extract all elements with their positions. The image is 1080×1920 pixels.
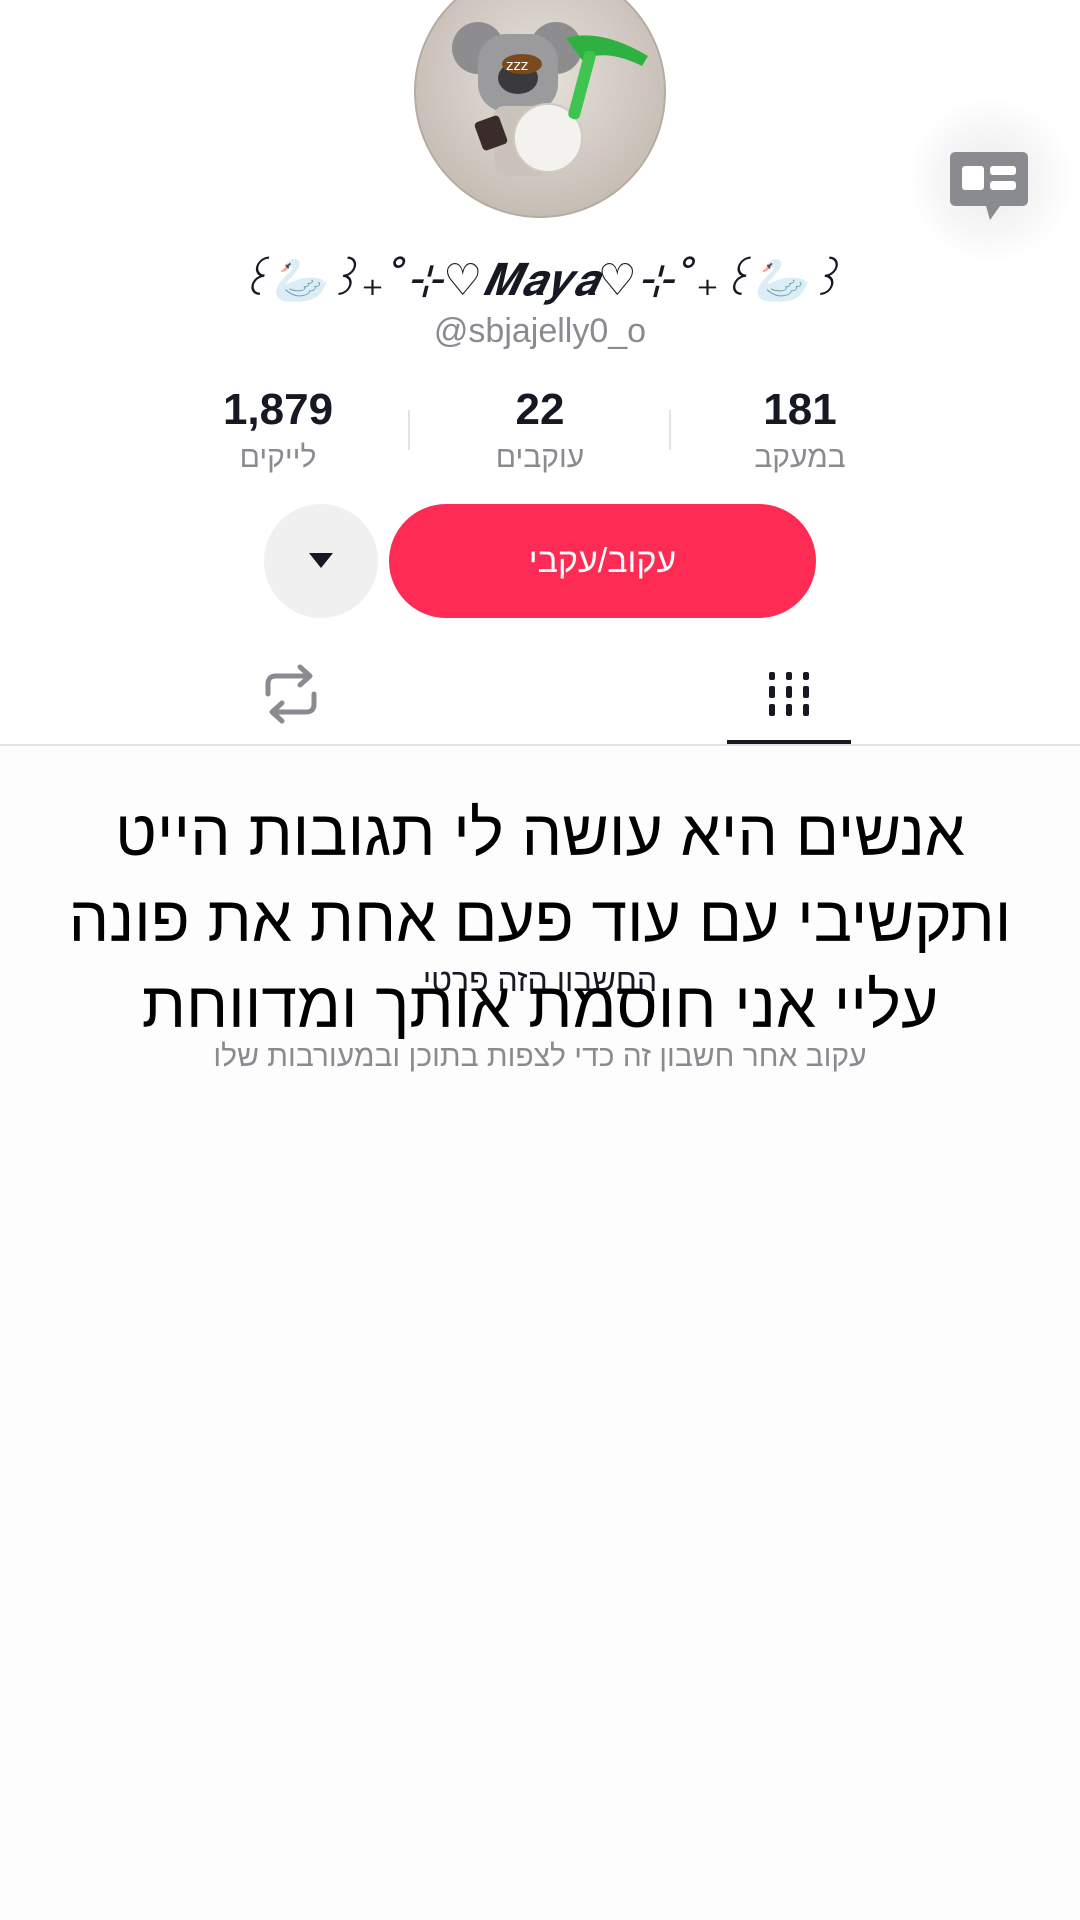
likes-count: 1,879 xyxy=(222,385,334,434)
following-count: 181 xyxy=(763,385,837,434)
tabs-divider xyxy=(0,744,1080,746)
repost-icon xyxy=(265,664,317,724)
profile-screen: zzz ꒰🦢꒱₊˚⊹♡𝑴𝒂𝒚𝒂♡⊹˚₊꒰🦢꒱ @sbjajelly0_o 1,8… xyxy=(0,0,1080,1920)
message-bubble-icon[interactable] xyxy=(948,150,1030,225)
follow-button[interactable]: עקוב/עקבי xyxy=(389,504,816,618)
svg-text:zzz: zzz xyxy=(506,58,528,74)
display-name: ꒰🦢꒱₊˚⊹♡𝑴𝒂𝒚𝒂♡⊹˚₊꒰🦢꒱ xyxy=(237,255,843,306)
stat-followers[interactable]: 22 עוקבים xyxy=(430,385,650,479)
avatar[interactable]: zzz xyxy=(414,0,666,218)
username: @sbjajelly0_o xyxy=(433,312,647,350)
following-label: במעקב xyxy=(754,441,846,474)
stat-likes: 1,879 לייקים xyxy=(168,385,388,479)
overlay-caption: אנשים היא עושה לי תגובות הייט ותקשיבי עם… xyxy=(68,797,1012,1041)
stat-divider xyxy=(408,410,410,450)
tab-reposts[interactable] xyxy=(258,664,324,724)
caret-down-icon xyxy=(309,553,333,568)
stat-following[interactable]: 181 במעקב xyxy=(690,385,910,479)
koala-figure-icon: zzz xyxy=(452,22,648,176)
stat-divider xyxy=(669,410,671,450)
followers-label: עוקבים xyxy=(495,441,585,474)
likes-label: לייקים xyxy=(239,441,317,474)
video-grid-icon xyxy=(769,672,809,716)
followers-count: 22 xyxy=(515,385,565,434)
tab-videos[interactable] xyxy=(727,650,851,746)
